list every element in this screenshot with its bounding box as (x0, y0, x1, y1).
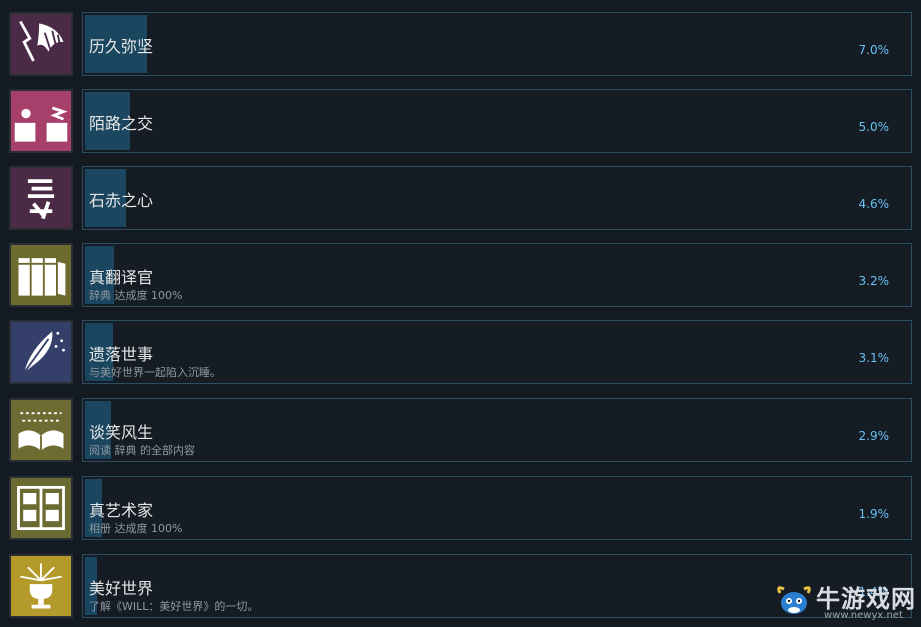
achievement-description: 与美好世界一起陷入沉睡。 (89, 366, 221, 379)
achievement-title: 遗落世事 (89, 345, 154, 364)
watermark-url: www.newyx.net (824, 610, 903, 621)
site-watermark: 牛游戏网 www.newyx.net (772, 577, 917, 623)
unlock-percent: 3.2% (858, 274, 890, 288)
lightning-face-icon (9, 12, 73, 76)
achievement-title: 真翻译官 (89, 268, 154, 287)
unlock-percent: 3.1% (858, 351, 890, 365)
unlock-percent: 7.0% (858, 43, 890, 57)
feather-icon (9, 320, 73, 384)
unlock-percent: 1.9% (858, 507, 890, 521)
cow-logo-icon (774, 581, 814, 619)
watermark-text: 牛游戏网 (816, 585, 916, 613)
achievement-description: 辞典 达成度 100% (89, 289, 183, 302)
achievement-row[interactable]: 陌路之交 5.0% (0, 89, 921, 155)
achievement-title: 美好世界 (89, 579, 154, 598)
achievement-row[interactable]: 真艺术家 相册 达成度 100% 1.9% (0, 476, 921, 542)
open-book-icon (9, 398, 73, 462)
unlock-percent: 2.9% (858, 429, 890, 443)
achievement-panel: 石赤之心 4.6% (82, 166, 912, 230)
achievement-title: 真艺术家 (89, 501, 154, 520)
achievement-title: 历久弥坚 (89, 37, 154, 56)
calligraphy-icon (9, 166, 73, 230)
achievement-panel: 陌路之交 5.0% (82, 89, 912, 153)
achievement-title: 谈笑风生 (89, 423, 154, 442)
achievement-description: 相册 达成度 100% (89, 522, 183, 535)
achievement-row[interactable]: 遗落世事 与美好世界一起陷入沉睡。 3.1% (0, 320, 921, 386)
unlock-percent: 5.0% (858, 120, 890, 134)
achievement-row[interactable]: 历久弥坚 7.0% (0, 12, 921, 78)
achievement-panel: 真艺术家 相册 达成度 100% 1.9% (82, 476, 912, 540)
achievement-panel: 遗落世事 与美好世界一起陷入沉睡。 3.1% (82, 320, 912, 384)
trophy-fireworks-icon (9, 554, 73, 618)
books-icon (9, 243, 73, 307)
achievement-title: 石赤之心 (89, 191, 154, 210)
achievement-panel: 历久弥坚 7.0% (82, 12, 912, 76)
achievement-panel: 真翻译官 辞典 达成度 100% 3.2% (82, 243, 912, 307)
photo-album-icon (9, 476, 73, 540)
unlock-percent: 4.6% (858, 197, 890, 211)
achievement-title: 陌路之交 (89, 114, 154, 133)
desks-icon (9, 89, 73, 153)
achievement-row[interactable]: 石赤之心 4.6% (0, 166, 921, 232)
achievement-description: 了解《WILL：美好世界》的一切。 (89, 600, 259, 613)
achievement-row[interactable]: 真翻译官 辞典 达成度 100% 3.2% (0, 243, 921, 309)
achievement-row[interactable]: 谈笑风生 阅读 辞典 的全部内容 2.9% (0, 398, 921, 464)
achievement-description: 阅读 辞典 的全部内容 (89, 444, 195, 457)
achievement-panel: 谈笑风生 阅读 辞典 的全部内容 2.9% (82, 398, 912, 462)
